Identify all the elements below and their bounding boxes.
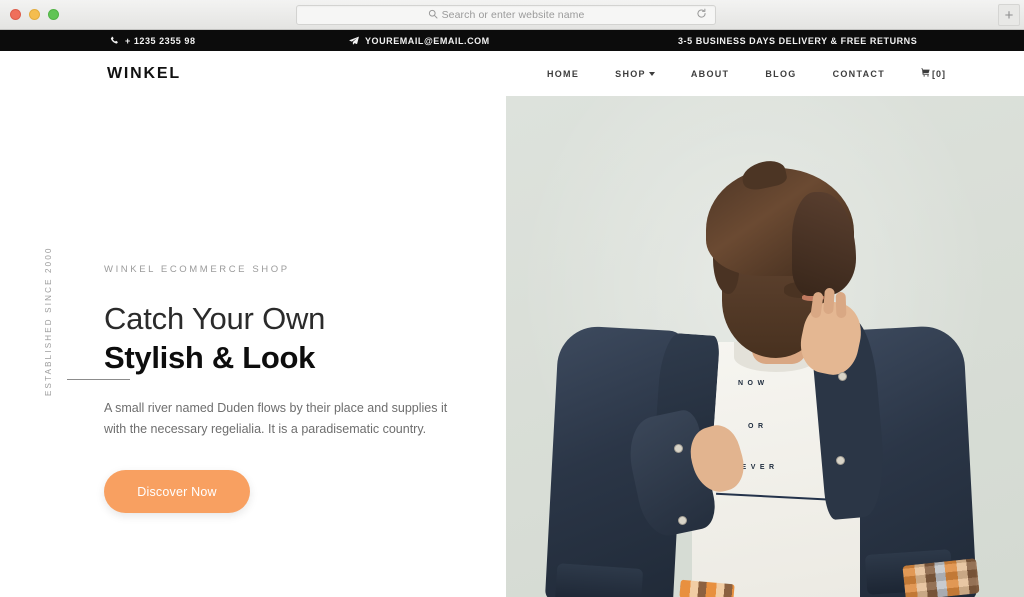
nav-item-home-label: HOME (546, 68, 580, 79)
main-navigation: HOME SHOP ABOUT BLOG CONTACT [0] (529, 68, 946, 79)
plaid-shirt-overlay (902, 558, 980, 597)
nav-item-blog-label: BLOG (765, 68, 797, 79)
nav-item-shop-label: SHOP (615, 68, 646, 79)
model-finger-2 (823, 287, 835, 315)
jacket-button-2 (678, 516, 687, 525)
model-figure: NOW OR NEVER (506, 96, 1024, 597)
contact-phone-text: + 1235 2355 98 (125, 35, 196, 46)
site-header: WINKEL HOME SHOP ABOUT BLOG CONTACT [0] (0, 51, 1024, 96)
established-since-label: ESTABLISHED SINCE 2000 (44, 246, 53, 396)
close-window-button[interactable] (10, 9, 21, 20)
nav-item-about[interactable]: ABOUT (673, 69, 748, 79)
new-tab-button[interactable]: + (998, 4, 1020, 26)
window-controls (0, 9, 59, 20)
nav-item-home[interactable]: HOME (529, 69, 597, 79)
chevron-down-icon (648, 71, 655, 76)
nav-item-about-label: ABOUT (690, 68, 730, 79)
hero-eyebrow: WINKEL ECOMMERCE SHOP (104, 264, 290, 275)
discover-now-button[interactable]: Discover Now (104, 470, 250, 514)
model-finger-3 (835, 291, 847, 319)
site-logo[interactable]: WINKEL (107, 65, 181, 83)
nav-item-contact[interactable]: CONTACT (815, 69, 903, 79)
jacket-cuff-left (554, 563, 644, 597)
paper-plane-icon (349, 36, 359, 46)
jacket-button-1 (674, 444, 683, 453)
cart-button[interactable]: [0] (903, 68, 946, 79)
tshirt-text-or: OR (748, 423, 768, 430)
hero-headline-line2: Stylish & Look (104, 339, 316, 375)
cart-count: [0] (932, 68, 946, 79)
hero-headline-line1: Catch Your Own (104, 301, 326, 336)
hero-section: ESTABLISHED SINCE 2000 WINKEL ECOMMERCE … (0, 96, 1024, 597)
search-icon (428, 6, 438, 24)
nav-item-contact-label: CONTACT (832, 68, 885, 79)
browser-chrome: Search or enter website name + (0, 0, 1024, 30)
minimize-window-button[interactable] (29, 9, 40, 20)
phone-icon (110, 36, 119, 45)
hero-copy: WINKEL ECOMMERCE SHOP Catch Your Own Sty… (104, 264, 484, 514)
address-bar-placeholder: Search or enter website name (441, 9, 585, 21)
tshirt-text-now: NOW (738, 380, 769, 387)
reload-icon[interactable] (696, 6, 707, 24)
jacket-button-4 (838, 372, 847, 381)
delivery-notice-text: 3-5 BUSINESS DAYS DELIVERY & FREE RETURN… (678, 35, 918, 46)
announcement-bar: + 1235 2355 98 YOUREMAIL@EMAIL.COM 3-5 B… (0, 30, 1024, 51)
hero-description: A small river named Duden flows by their… (104, 401, 448, 437)
shopping-cart-icon (921, 68, 930, 79)
jacket-button-5 (836, 456, 845, 465)
contact-email-text: YOUREMAIL@EMAIL.COM (365, 35, 490, 46)
address-bar-content: Search or enter website name (428, 6, 585, 24)
hero-photo: Bearded man in a dark denim jacket over … (506, 96, 1024, 597)
nav-item-shop[interactable]: SHOP (597, 69, 673, 79)
maximize-window-button[interactable] (48, 9, 59, 20)
nav-item-blog[interactable]: BLOG (747, 69, 814, 79)
contact-phone[interactable]: + 1235 2355 98 (110, 36, 196, 46)
address-bar[interactable]: Search or enter website name (296, 5, 716, 25)
delivery-notice: 3-5 BUSINESS DAYS DELIVERY & FREE RETURN… (678, 36, 917, 46)
contact-email[interactable]: YOUREMAIL@EMAIL.COM (349, 36, 490, 46)
